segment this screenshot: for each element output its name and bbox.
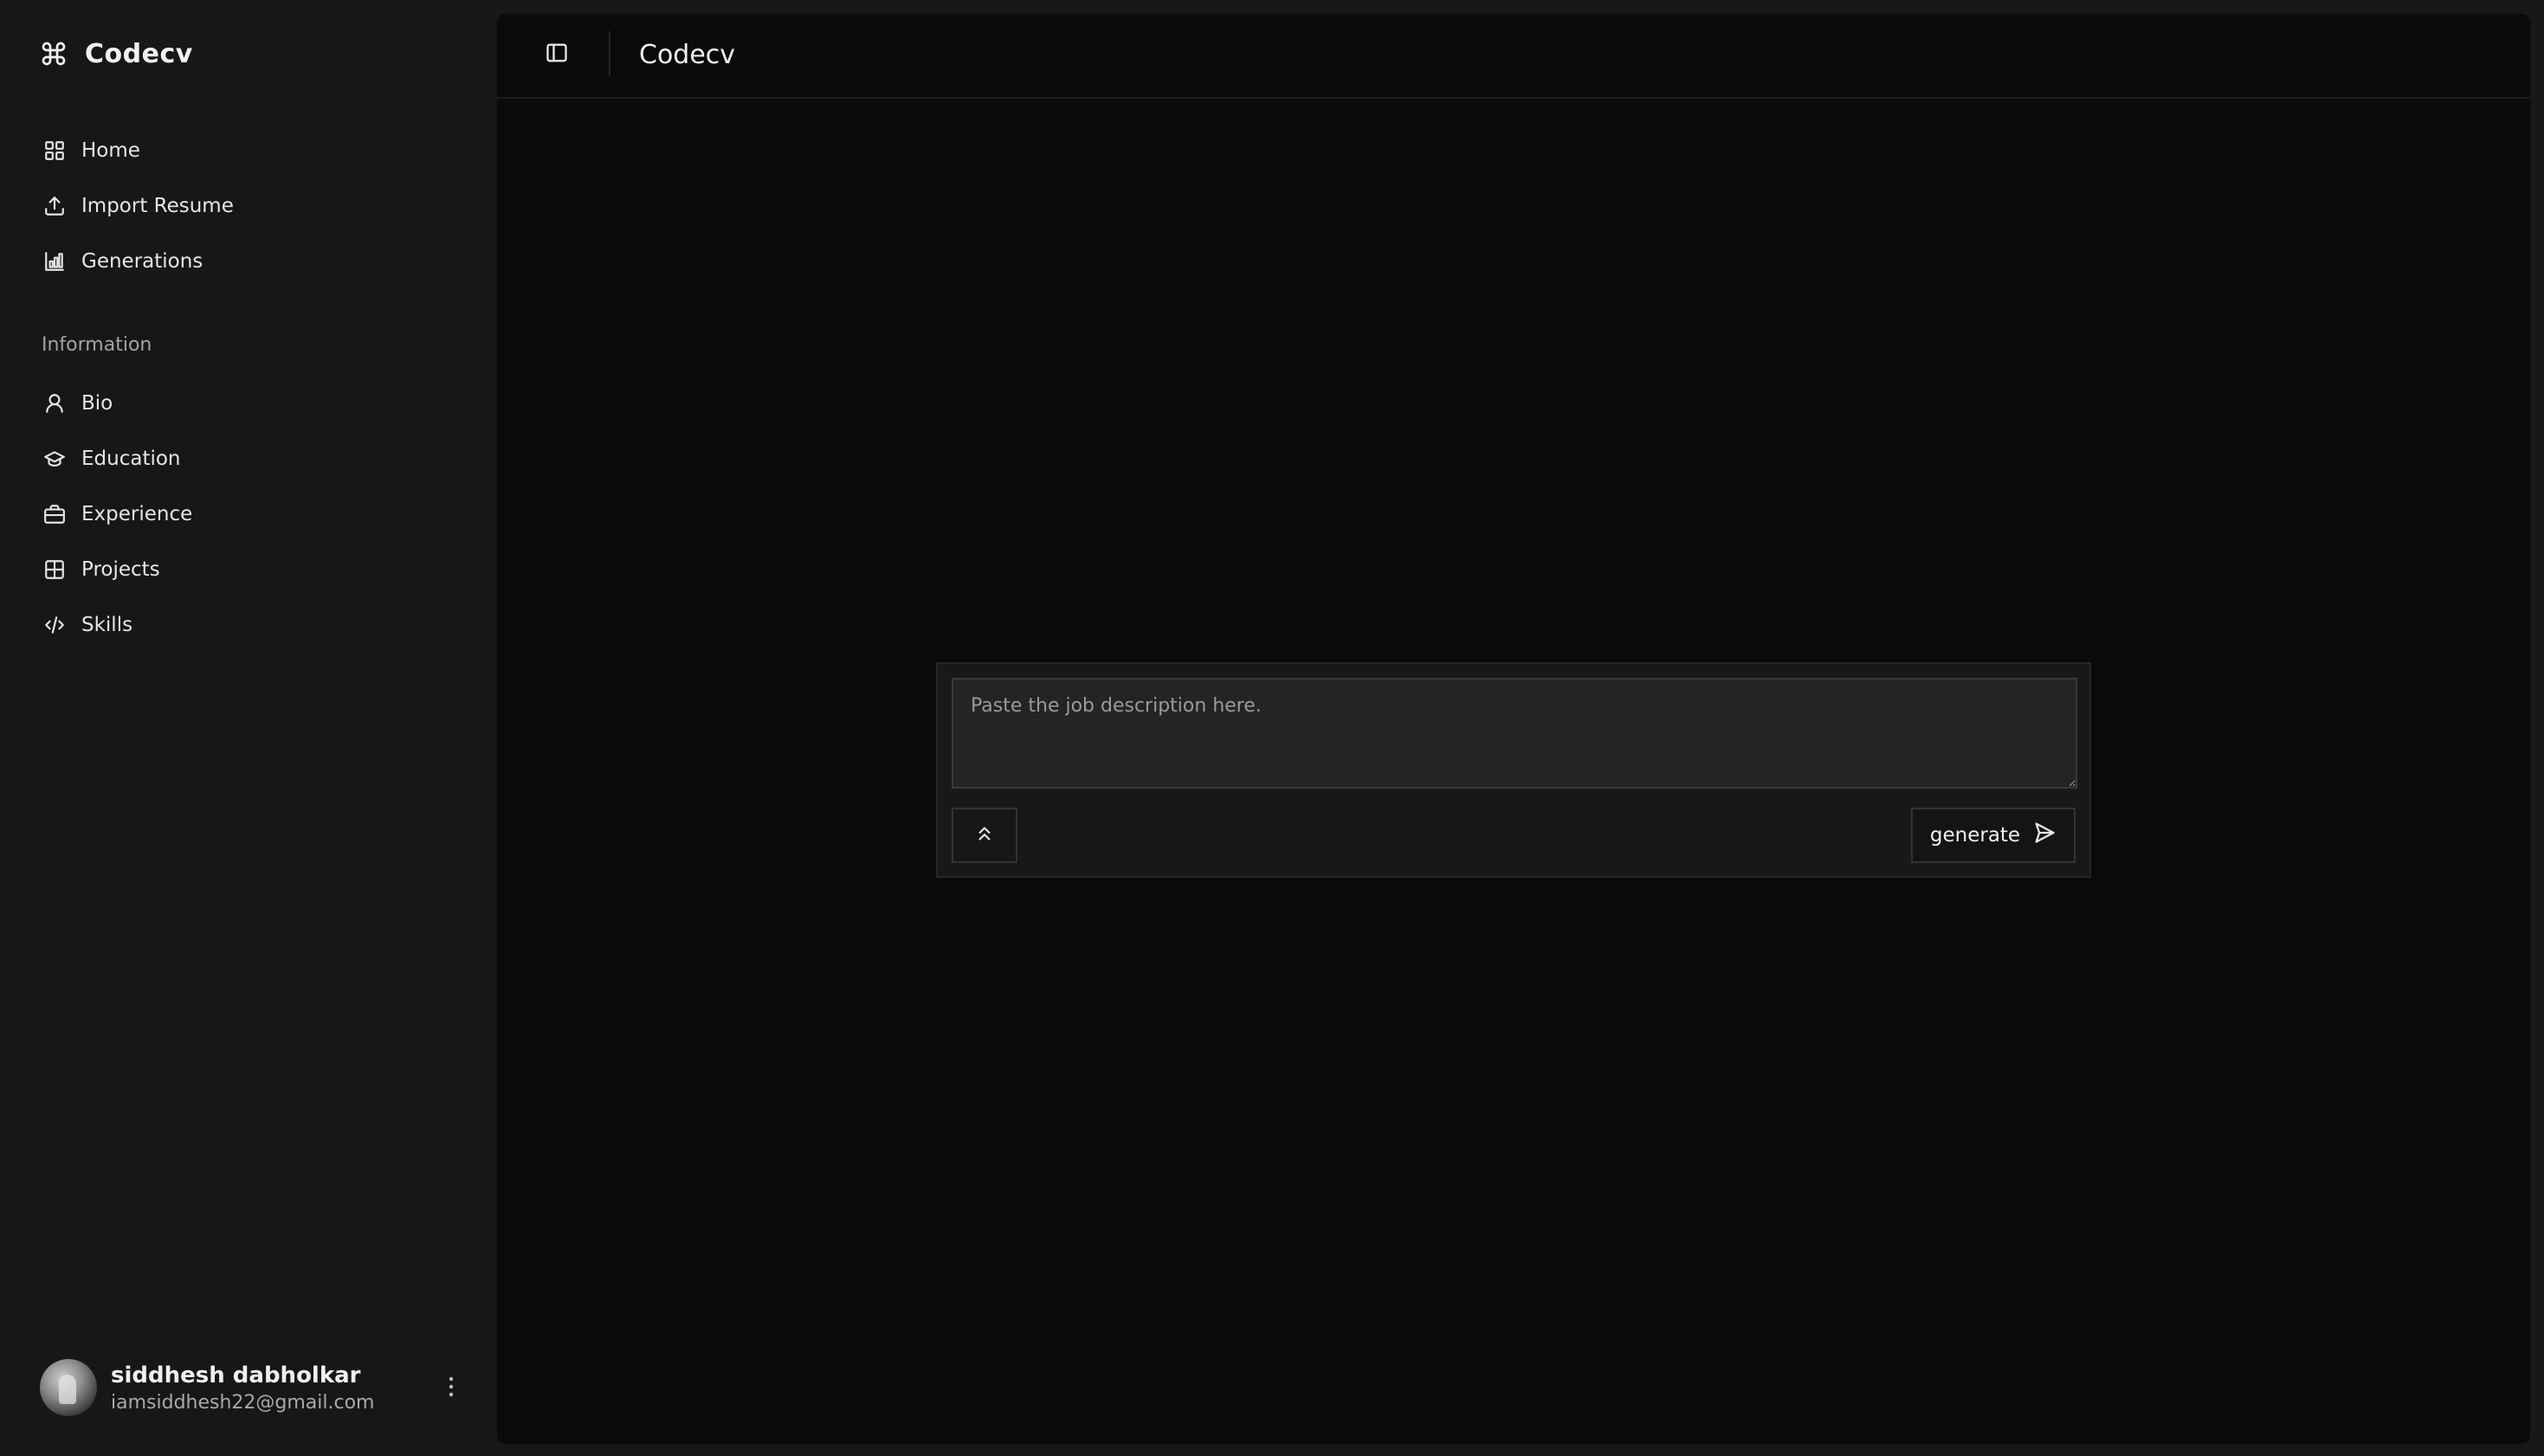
user-name: siddhesh dabholkar — [111, 1362, 361, 1388]
sidebar-item-projects[interactable]: Projects — [28, 542, 478, 597]
job-description-input[interactable] — [952, 678, 2077, 789]
command-icon — [40, 40, 68, 68]
page-title: Codecv — [639, 39, 736, 70]
sidebar-item-label: Education — [81, 448, 181, 470]
divider — [609, 31, 610, 76]
graduation-cap-icon — [42, 446, 68, 472]
main-panel: Codecv generate — [497, 14, 2530, 1444]
sidebar-item-label: Bio — [81, 392, 113, 415]
job-description-composer: generate — [936, 662, 2091, 878]
main-nav: Home Import Resume Generations — [28, 123, 478, 289]
table-icon — [42, 557, 68, 583]
more-vertical-icon — [448, 1375, 455, 1401]
avatar — [40, 1359, 97, 1416]
bar-chart-icon — [42, 248, 68, 274]
sidebar-item-home[interactable]: Home — [28, 123, 478, 178]
topbar: Codecv — [497, 14, 2530, 99]
panel-left-icon — [545, 41, 569, 68]
generate-button-label: generate — [1929, 824, 2021, 847]
generate-button[interactable]: generate — [1911, 808, 2076, 863]
sidebar-item-import-resume[interactable]: Import Resume — [28, 178, 478, 234]
briefcase-icon — [42, 501, 68, 527]
sidebar-item-experience[interactable]: Experience — [28, 486, 478, 542]
sidebar-item-label: Skills — [81, 614, 133, 636]
toggle-sidebar-button[interactable] — [539, 36, 575, 73]
app-window: Codecv Home Import Resume Generations In… — [0, 0, 2544, 1456]
send-icon — [2032, 821, 2057, 850]
sidebar-item-label: Experience — [81, 503, 193, 525]
brand[interactable]: Codecv — [40, 35, 193, 73]
sidebar-item-education[interactable]: Education — [28, 431, 478, 486]
sidebar-item-bio[interactable]: Bio — [28, 376, 478, 431]
upload-icon — [42, 193, 68, 219]
sidebar: Codecv Home Import Resume Generations In… — [0, 0, 497, 1456]
user-text: siddhesh dabholkar iamsiddhesh22@gmail.c… — [111, 1363, 375, 1414]
brand-name: Codecv — [85, 38, 193, 69]
sidebar-item-label: Projects — [81, 558, 160, 581]
user-profile[interactable]: siddhesh dabholkar iamsiddhesh22@gmail.c… — [40, 1357, 464, 1418]
user-menu-button[interactable] — [438, 1373, 464, 1404]
user-icon — [42, 390, 68, 416]
section-label: Information — [42, 333, 152, 356]
grid-icon — [42, 138, 68, 164]
sidebar-item-label: Generations — [81, 250, 203, 273]
sidebar-item-skills[interactable]: Skills — [28, 597, 478, 653]
chevrons-up-icon — [973, 822, 996, 848]
sidebar-item-generations[interactable]: Generations — [28, 234, 478, 289]
information-nav: Information Bio Education Experience Pro… — [28, 327, 478, 653]
sidebar-item-label: Import Resume — [81, 195, 234, 217]
user-email: iamsiddhesh22@gmail.com — [111, 1391, 375, 1414]
sidebar-item-label: Home — [81, 139, 140, 162]
code-icon — [42, 612, 68, 638]
expand-button[interactable] — [952, 808, 1017, 863]
